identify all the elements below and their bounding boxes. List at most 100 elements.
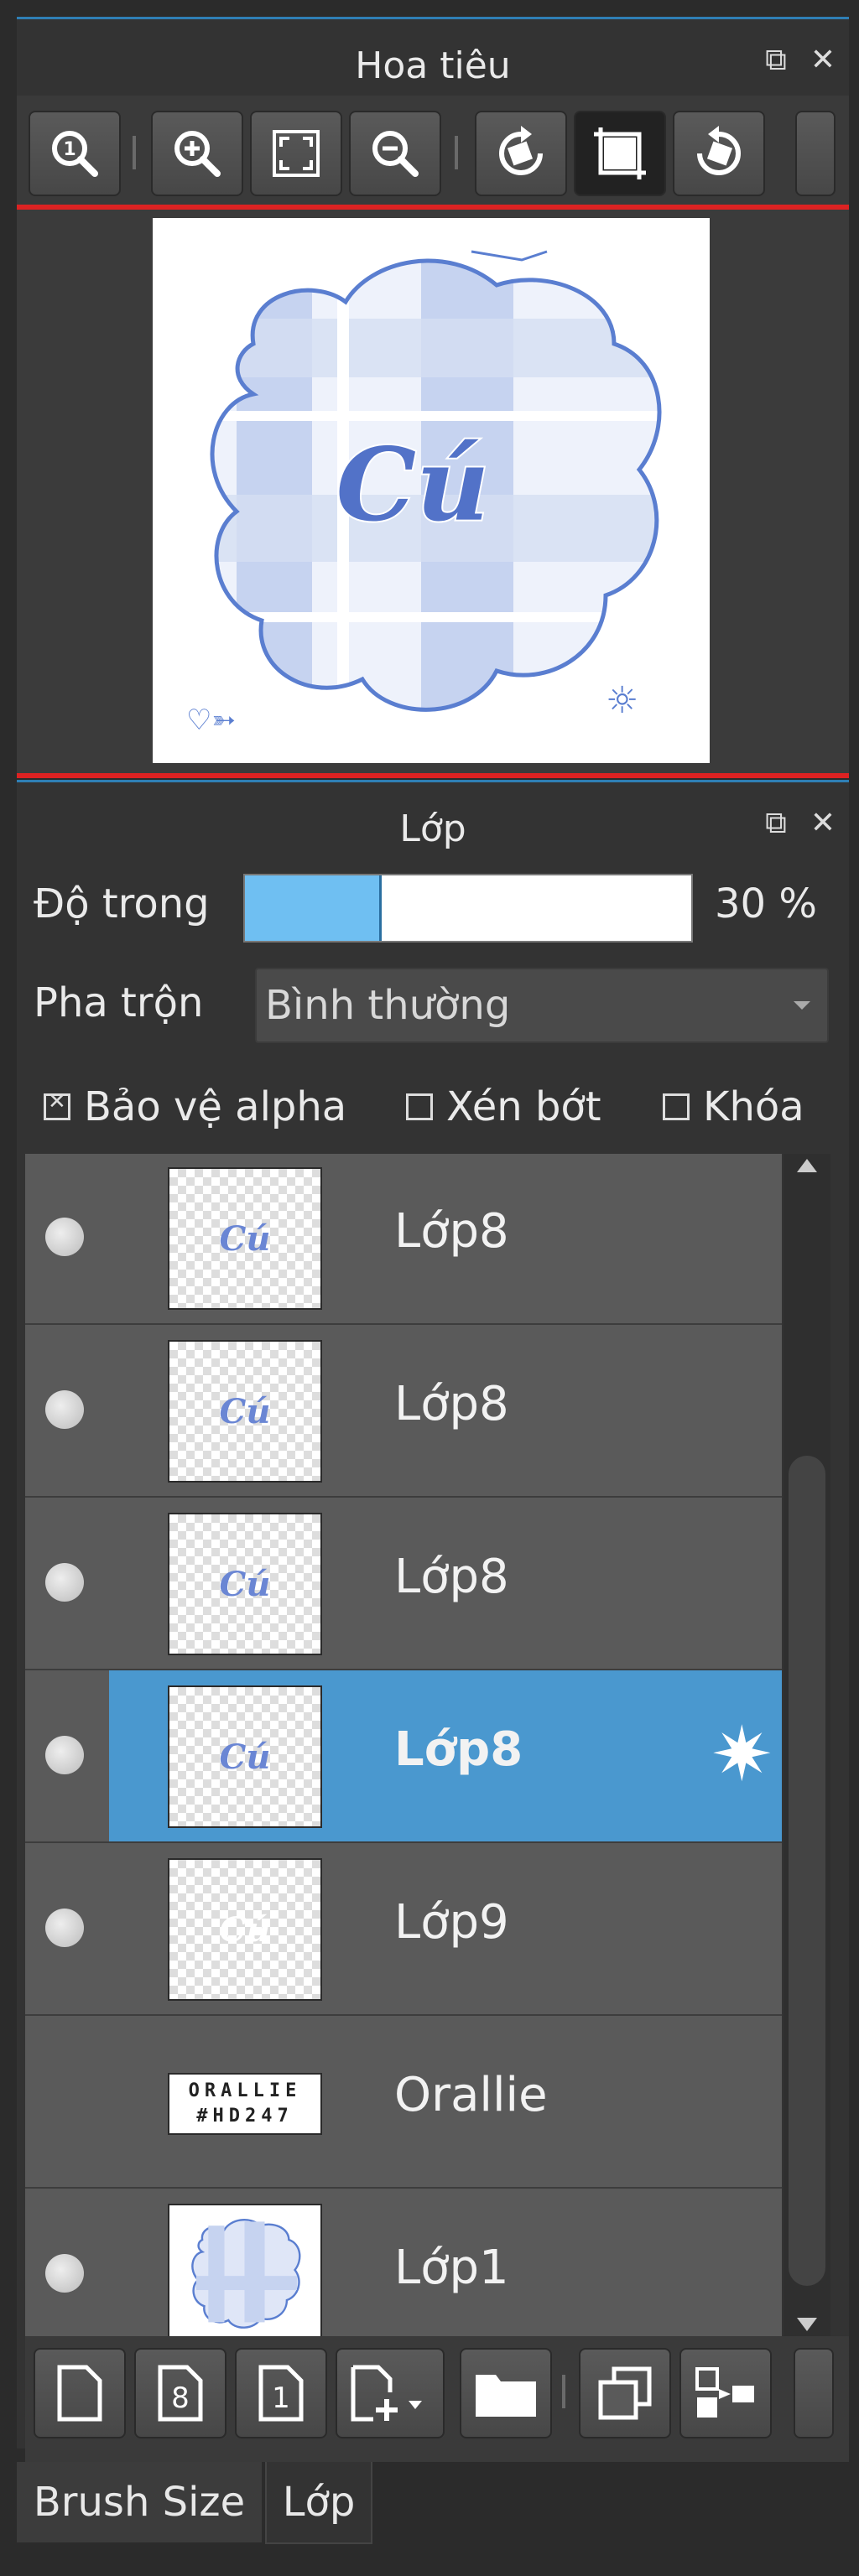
tab-label: Brush Size [33, 2479, 246, 2526]
folder-icon [476, 2375, 536, 2417]
fit-screen-button[interactable] [250, 111, 342, 196]
toolbar-overflow-button[interactable] [795, 111, 836, 196]
layer-row-selected[interactable]: Cú Lớp8 ✷ [25, 1670, 782, 1843]
layer-toolbar: 8 1 [25, 2336, 849, 2462]
crop-icon [594, 127, 646, 179]
new-8bit-layer-button[interactable]: 8 [134, 2348, 226, 2438]
gear-icon[interactable]: ✷ [711, 1717, 773, 1793]
add-layer-menu-button[interactable] [336, 2348, 445, 2438]
merge-down-icon [695, 2367, 754, 2418]
rotate-left-icon [499, 126, 543, 175]
new-1bit-layer-button[interactable]: 1 [235, 2348, 327, 2438]
visibility-icon[interactable] [45, 1563, 84, 1602]
svg-text:1: 1 [272, 2381, 290, 2415]
checkbox-label: Xén bớt [446, 1083, 601, 1130]
layer-row[interactable]: Cú Lớp9 [25, 1843, 782, 2016]
layer-name: Lớp8 [394, 1550, 509, 1604]
canvas-artwork: Cú ♡➳ ☼ [186, 250, 662, 737]
layer-thumbnail: Cú [168, 1513, 322, 1655]
new-layer-button[interactable] [34, 2348, 126, 2438]
layer-row[interactable]: Cú Lớp8 [25, 1154, 782, 1325]
checkbox-label: Khóa [703, 1083, 804, 1130]
layer-name: Lớp1 [394, 2241, 509, 2295]
opacity-slider[interactable] [243, 874, 693, 943]
visibility-icon[interactable] [45, 2254, 84, 2293]
layer-row[interactable]: Lớp1 [25, 2189, 782, 2336]
visibility-icon[interactable] [45, 1909, 84, 1947]
layer-thumbnail: Cú [168, 1167, 322, 1310]
layer-name: Lớp8 [394, 1722, 523, 1777]
lock-checkbox[interactable]: Khóa [663, 1083, 804, 1130]
toolbar-overflow-button[interactable] [794, 2348, 834, 2438]
layer-thumbnail: Cú [168, 1340, 322, 1483]
svg-text:♡➳: ♡➳ [186, 704, 236, 737]
duplicate-layer-icon [598, 2366, 652, 2420]
add-layer-menu-icon [351, 2365, 422, 2422]
layer-name: Lớp8 [394, 1204, 509, 1259]
navigator-toolbar: 1 [17, 96, 849, 205]
protect-alpha-checkbox[interactable]: Bảo vệ alpha [44, 1083, 346, 1130]
zoom-actual-icon: 1 [52, 131, 98, 177]
layer-row[interactable]: Cú Lớp8 [25, 1325, 782, 1498]
layer-name: Orallie [394, 2068, 548, 2122]
zoom-out-icon [372, 131, 419, 177]
visibility-icon[interactable] [45, 1218, 84, 1256]
checkbox-label: Bảo vệ alpha [84, 1083, 347, 1130]
thumb-text-line: ORALLIE [188, 2080, 302, 2101]
checkbox-box [406, 1093, 433, 1120]
close-icon[interactable]: ✕ [810, 806, 836, 841]
scroll-down-icon[interactable] [797, 2318, 817, 2331]
clipping-checkbox[interactable]: Xén bớt [406, 1083, 601, 1130]
layers-header: Lớp ⧉ ✕ [17, 780, 849, 875]
checkbox-box [663, 1093, 690, 1120]
zoom-in-icon [174, 131, 221, 177]
rotate-left-button[interactable] [475, 111, 567, 196]
layer-thumbnail: Cú [168, 1858, 322, 2001]
opacity-label: Độ trong [34, 880, 210, 927]
fit-screen-icon [273, 130, 320, 177]
blend-label: Pha trộn [34, 979, 204, 1026]
svg-text:1: 1 [63, 139, 75, 160]
rotate-right-icon [697, 126, 741, 175]
opacity-slider-fill [245, 875, 382, 941]
tab-brush-size[interactable]: Brush Size [17, 2462, 262, 2542]
navigator-preview-area[interactable]: Cú ♡➳ ☼ [17, 205, 849, 778]
layer-thumbnail: ORALLIE #HD247 [168, 2073, 322, 2135]
navigator-canvas-preview: Cú ♡➳ ☼ [153, 218, 710, 763]
navigator-title: Hoa tiêu [355, 44, 511, 87]
merge-down-button[interactable] [679, 2348, 772, 2438]
scroll-up-icon[interactable] [797, 1159, 817, 1172]
blend-mode-value: Bình thường [265, 982, 511, 1029]
zoom-out-button[interactable] [349, 111, 441, 196]
layer-thumbnail: Cú [168, 1685, 322, 1828]
duplicate-layer-button[interactable] [579, 2348, 671, 2438]
visibility-icon[interactable] [45, 1390, 84, 1429]
thumb-text-line: #HD247 [196, 2106, 294, 2127]
blend-mode-select[interactable]: Bình thường [255, 968, 829, 1043]
panel-tabs: Brush Size Lớp [17, 2462, 849, 2563]
rotate-right-button[interactable] [673, 111, 765, 196]
detach-icon[interactable]: ⧉ [765, 43, 787, 78]
layers-title: Lớp [399, 807, 466, 850]
new-8bit-layer-icon: 8 [158, 2365, 203, 2422]
preview-text: Cú [336, 426, 490, 544]
layer-thumbnail [168, 2204, 322, 2336]
zoom-actual-button[interactable]: 1 [29, 111, 121, 196]
tab-layers[interactable]: Lớp [265, 2462, 372, 2544]
layer-row[interactable]: ORALLIE #HD247 Orallie [25, 2016, 782, 2189]
zoom-in-button[interactable] [151, 111, 243, 196]
svg-text:☼: ☼ [606, 679, 638, 722]
layer-row[interactable]: Cú Lớp8 [25, 1498, 782, 1670]
close-icon[interactable]: ✕ [810, 43, 836, 78]
crop-button[interactable] [574, 111, 666, 196]
new-layer-icon [57, 2365, 102, 2422]
tab-label: Lớp [282, 2479, 356, 2526]
scrollbar-thumb[interactable] [789, 1456, 825, 2286]
new-1bit-layer-icon: 1 [258, 2365, 304, 2422]
new-folder-button[interactable] [460, 2348, 552, 2438]
layer-thumb-art [191, 2219, 301, 2329]
visibility-icon[interactable] [45, 1736, 84, 1774]
checkbox-box [44, 1089, 70, 1120]
layer-scrollbar[interactable] [784, 1154, 830, 2336]
detach-icon[interactable]: ⧉ [765, 806, 787, 841]
